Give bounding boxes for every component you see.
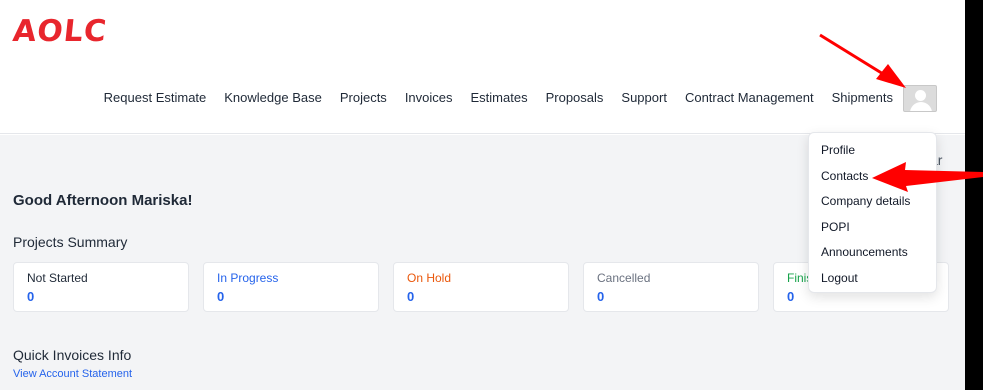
dropdown-item-logout[interactable]: Logout — [809, 266, 936, 292]
card-value: 0 — [407, 289, 415, 304]
user-avatar-icon[interactable] — [903, 85, 937, 112]
quick-invoices-title: Quick Invoices Info — [13, 347, 132, 363]
nav-item-knowledge-base[interactable]: Knowledge Base — [224, 90, 322, 106]
brand-logo[interactable]: AOLC — [11, 14, 109, 49]
dropdown-item-company-details[interactable]: Company details — [809, 189, 936, 215]
card-not-started[interactable]: Not Started 0 — [13, 262, 189, 312]
card-value: 0 — [597, 289, 605, 304]
nav-item-invoices[interactable]: Invoices — [405, 90, 453, 106]
dropdown-item-popi[interactable]: POPI — [809, 215, 936, 241]
greeting-heading: Good Afternoon Mariska! — [13, 192, 193, 209]
card-value: 0 — [27, 289, 35, 304]
nav-item-request-estimate[interactable]: Request Estimate — [104, 90, 207, 106]
main-nav: Request Estimate Knowledge Base Projects… — [86, 90, 893, 106]
card-on-hold[interactable]: On Hold 0 — [393, 262, 569, 312]
card-label: Not Started — [27, 271, 88, 285]
card-value: 0 — [217, 289, 225, 304]
projects-summary-title: Projects Summary — [13, 234, 128, 250]
dropdown-item-contacts[interactable]: Contacts — [809, 164, 936, 190]
card-cancelled[interactable]: Cancelled 0 — [583, 262, 759, 312]
view-account-statement-link[interactable]: View Account Statement — [13, 368, 132, 380]
avatar-body — [910, 102, 932, 111]
card-label: On Hold — [407, 271, 452, 285]
nav-item-estimates[interactable]: Estimates — [471, 90, 528, 106]
user-dropdown-menu: Profile Contacts Company details POPI An… — [808, 132, 937, 293]
right-edge-strip — [965, 0, 983, 390]
dropdown-item-profile[interactable]: Profile — [809, 138, 936, 164]
nav-item-projects[interactable]: Projects — [340, 90, 387, 106]
dropdown-item-announcements[interactable]: Announcements — [809, 240, 936, 266]
avatar-head — [915, 90, 926, 101]
nav-item-support[interactable]: Support — [621, 90, 667, 106]
top-header: AOLC Request Estimate Knowledge Base Pro… — [0, 0, 965, 134]
nav-item-proposals[interactable]: Proposals — [546, 90, 604, 106]
card-in-progress[interactable]: In Progress 0 — [203, 262, 379, 312]
card-label: In Progress — [217, 271, 279, 285]
card-label: Cancelled — [597, 271, 651, 285]
nav-item-contract-management[interactable]: Contract Management — [685, 90, 814, 106]
nav-item-shipments[interactable]: Shipments — [832, 90, 893, 106]
